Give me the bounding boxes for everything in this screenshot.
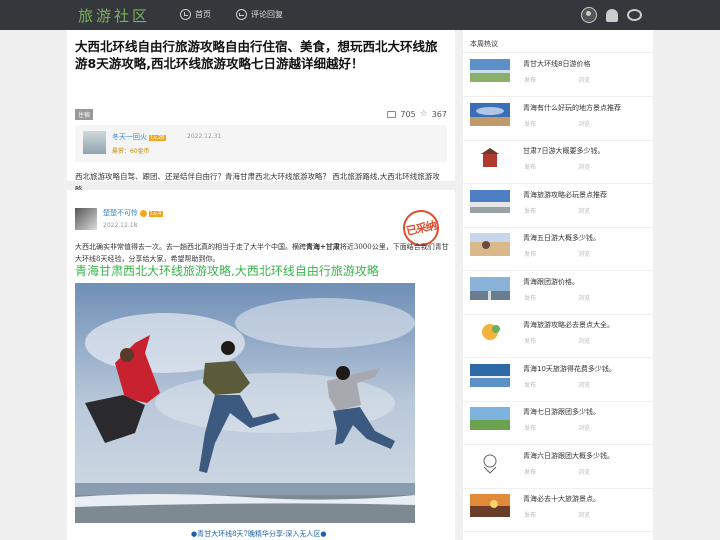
sidebar-item-published: 发布 — [524, 207, 537, 215]
sidebar-title: 本周热议 — [470, 40, 498, 48]
sidebar-item-thumbnail[interactable] — [470, 233, 510, 256]
sidebar-item-published: 发布 — [524, 338, 537, 345]
answer-card: 楚楚不可怜 Lv.4 2022.12.18 已采纳 大西北确实非常值得去一次。去一… — [67, 190, 455, 540]
home-icon — [180, 9, 191, 20]
answerer-name-text: 楚楚不可怜 — [103, 209, 138, 217]
asker-name[interactable]: 冬天一回火 Lv.26 — [112, 132, 167, 142]
sidebar-item-thumbnail[interactable] — [470, 363, 510, 387]
sidebar-item-thumbnail[interactable] — [470, 494, 510, 517]
sidebar-item-thumbnail[interactable] — [470, 450, 510, 474]
sidebar-item-views: 浏览 — [578, 164, 591, 171]
question-card: 大西北环线自由行旅游攻略自由行住宿、美食，想玩西北大环线旅游8天游攻略,西北环线… — [67, 30, 455, 194]
sidebar-item-views: 浏览 — [578, 512, 591, 519]
sidebar-item-title[interactable]: 青海旅游攻略必去景点大全。 — [523, 320, 614, 330]
sidebar-item-title[interactable]: 青海旅游攻略必玩景点推荐 — [523, 190, 607, 200]
sidebar-item-title[interactable]: 青海六日游跟团大概多少钱。 — [523, 451, 614, 461]
answer-body-bold: 青海+甘肃 — [306, 242, 340, 251]
sidebar-item-views: 浏览 — [578, 294, 591, 302]
reward-text: 悬赏：60金币 — [112, 148, 150, 155]
sidebar-item-thumbnail[interactable] — [470, 320, 510, 343]
weibo-icon[interactable] — [627, 9, 642, 21]
sidebar-item[interactable]: 青海有什么好玩的地方景点推荐 发布 浏览 — [463, 98, 653, 141]
site-logo[interactable]: 旅游社区 — [78, 5, 150, 26]
sidebar-item-views: 浏览 — [578, 207, 591, 215]
sidebar-item-published: 发布 — [524, 294, 537, 302]
sidebar-item[interactable]: 青海跟团游价格。 发布 浏览 — [463, 272, 653, 315]
favorite-star-icon[interactable]: ☆ — [420, 109, 428, 119]
sidebar-item[interactable]: 甘肃7日游大概要多少钱。 发布 浏览 — [463, 141, 653, 184]
nav-reply-label: 评论回复 — [251, 10, 283, 19]
sidebar-item-thumbnail[interactable] — [470, 407, 510, 430]
sidebar-item-published: 发布 — [524, 381, 537, 389]
sidebar-item-published: 发布 — [524, 425, 537, 432]
nav-home[interactable]: 首页 — [180, 9, 211, 20]
top-navigation-bar: 旅游社区 首页 评论回复 — [0, 0, 720, 30]
sidebar-item-thumbnail[interactable] — [470, 146, 510, 169]
sidebar-item-title[interactable]: 青海有什么好玩的地方景点推荐 — [523, 103, 621, 113]
sidebar-item-title[interactable]: 青海五日游大概多少钱。 — [523, 233, 600, 243]
photo-caption: ●青甘大环线8天7晚精华分享-深入无人区● — [191, 530, 327, 538]
nav-comment-reply[interactable]: 评论回复 — [236, 9, 283, 20]
sidebar-item-published: 发布 — [524, 251, 537, 258]
sidebar-item-views: 浏览 — [578, 120, 591, 128]
sidebar-hot-topics: 本周热议 青甘大环线8日游价格 发布 浏览 青海有什么好玩的地方景点推荐 发布 浏览 甘肃7… — [463, 30, 653, 540]
favorite-count: 367 — [431, 109, 447, 119]
nav-home-label: 首页 — [195, 10, 211, 19]
sidebar-item-thumbnail[interactable] — [470, 189, 510, 213]
answer-heading: 青海甘肃西北大环线旅游攻略,大西北环线自由行旅游攻略 — [75, 264, 379, 278]
sidebar-item-title[interactable]: 甘肃7日游大概要多少钱。 — [523, 146, 604, 156]
answerer-avatar[interactable] — [75, 208, 97, 230]
comment-count: 705 — [400, 109, 416, 119]
sidebar-item-thumbnail[interactable] — [470, 102, 510, 126]
sidebar-item-published: 发布 — [524, 120, 537, 128]
question-title: 大西北环线自由行旅游攻略自由行住宿、美食，想玩西北大环线旅游8天游攻略,西北环线… — [75, 39, 438, 71]
sidebar-item-title[interactable]: 青海七日游跟团多少钱。 — [523, 407, 600, 417]
sidebar-item[interactable]: 青海六日游跟团大概多少钱。 发布 浏览 — [463, 446, 653, 489]
sidebar-item[interactable]: 青海七日游跟团多少钱。 发布 浏览 — [463, 402, 653, 445]
sidebar-item-published: 发布 — [524, 512, 537, 519]
sidebar-item-views: 浏览 — [578, 251, 591, 258]
sidebar-item-title[interactable]: 青海10天旅游得花费多少钱。 — [523, 364, 616, 374]
question-stats: 705 ☆ 367 — [387, 109, 447, 119]
sidebar-item[interactable]: 青海旅游攻略必玩景点推荐 发布 浏览 — [463, 185, 653, 228]
answer-photo[interactable] — [75, 283, 415, 523]
user-avatar-icon[interactable] — [581, 7, 597, 23]
sidebar-item-published: 发布 — [524, 164, 537, 171]
answer-body-pre: 大西北确实非常值得去一次。去一趟西北真的相当于走了大半个中国。横跨 — [75, 243, 306, 251]
sidebar-item-published: 发布 — [524, 468, 537, 476]
asker-name-text: 冬天一回火 — [112, 133, 147, 141]
question-tag[interactable]: 住宿 — [75, 109, 94, 120]
sidebar-item-published: 发布 — [524, 77, 537, 84]
answerer-name[interactable]: 楚楚不可怜 Lv.4 — [103, 208, 164, 218]
sidebar-item-views: 浏览 — [578, 425, 591, 432]
sidebar-item-views: 浏览 — [578, 381, 591, 389]
asker-avatar[interactable] — [83, 131, 106, 154]
sidebar-item-title[interactable]: 青海跟团游价格。 — [523, 277, 579, 287]
sidebar-item[interactable]: 青海旅游攻略必去景点大全。 发布 浏览 — [463, 315, 653, 358]
sidebar-item[interactable]: 青海必去十大旅游景点。 发布 浏览 — [463, 489, 653, 532]
sidebar-item[interactable]: 青海五日游大概多少钱。 发布 浏览 — [463, 228, 653, 271]
asker-level-badge: Lv.26 — [149, 135, 167, 141]
sidebar-item-thumbnail[interactable] — [470, 59, 510, 82]
comment-icon — [236, 9, 247, 20]
answer-date: 2022.12.18 — [103, 222, 138, 229]
sidebar-item-views: 浏览 — [578, 338, 591, 345]
asker-date: 2022.12.31 — [187, 133, 222, 140]
sidebar-item[interactable]: 青甘大环线8日游价格 发布 浏览 — [463, 54, 653, 97]
sidebar-item-thumbnail[interactable] — [470, 276, 510, 300]
notification-bell-icon[interactable] — [606, 8, 618, 22]
sidebar-divider — [463, 52, 653, 53]
answerer-level-badge: Lv.4 — [149, 211, 164, 217]
vip-icon — [140, 209, 147, 217]
sidebar-item[interactable]: 青海10天旅游得花费多少钱。 发布 浏览 — [463, 359, 653, 402]
sidebar-item-views: 浏览 — [578, 468, 591, 476]
sidebar-item-title[interactable]: 青甘大环线8日游价格 — [523, 59, 590, 69]
asker-info: 冬天一回火 Lv.26 2022.12.31 悬赏：60金币 — [75, 125, 447, 162]
sidebar-item-title[interactable]: 青海必去十大旅游景点。 — [523, 494, 600, 504]
sidebar-item-views: 浏览 — [578, 77, 591, 84]
comment-count-icon — [387, 110, 397, 118]
